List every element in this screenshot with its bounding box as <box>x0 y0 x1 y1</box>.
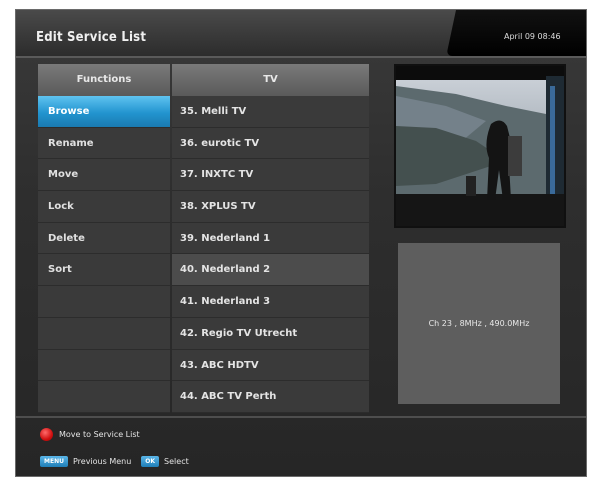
function-item-sort[interactable]: Sort <box>38 254 170 287</box>
channel-item[interactable]: 35. Melli TV <box>172 96 369 128</box>
channel-item[interactable]: 36. eurotic TV <box>172 128 369 160</box>
channel-item[interactable]: 39. Nederland 1 <box>172 223 369 255</box>
channel-item[interactable]: 44. ABC TV Perth <box>172 381 369 413</box>
function-item-empty <box>38 318 170 350</box>
functions-panel: Functions Browse Rename Move Lock Delete… <box>38 64 170 413</box>
channel-item[interactable]: 38. XPLUS TV <box>172 191 369 223</box>
footer-divider <box>16 416 586 418</box>
date-time: April 09 08:46 <box>504 32 561 41</box>
page-title: Edit Service List <box>36 30 147 45</box>
menu-key-icon: MENU <box>40 456 68 467</box>
function-item-rename[interactable]: Rename <box>38 128 170 160</box>
channel-item[interactable]: 42. Regio TV Utrecht <box>172 318 369 350</box>
legend-red-label: Move to Service List <box>59 430 140 439</box>
function-item-empty <box>38 350 170 382</box>
function-item-browse[interactable]: Browse <box>38 96 170 128</box>
channel-frequency-info: Ch 23 , 8MHz , 490.0MHz <box>428 319 530 328</box>
ok-key-icon: OK <box>141 456 160 467</box>
header-bar: Edit Service List April 09 08:46 <box>16 10 586 56</box>
red-button-icon <box>40 428 53 441</box>
channel-list-heading: TV <box>172 64 369 96</box>
edit-service-list-screen: Edit Service List April 09 08:46 Functio… <box>15 9 587 477</box>
channel-item[interactable]: 37. INXTC TV <box>172 159 369 192</box>
legend-move-to-service-list: Move to Service List <box>40 428 140 441</box>
channel-list: TV 35. Melli TV 36. eurotic TV 37. INXTC… <box>172 64 369 413</box>
channel-item[interactable]: 41. Nederland 3 <box>172 286 369 318</box>
legend-navigation: MENU Previous Menu OK Select <box>40 456 189 467</box>
legend-ok-label: Select <box>164 457 189 466</box>
video-preview <box>394 64 566 228</box>
function-item-empty <box>38 286 170 318</box>
function-item-lock[interactable]: Lock <box>38 191 170 223</box>
channel-info-panel: Ch 23 , 8MHz , 490.0MHz <box>398 243 560 404</box>
header-divider <box>16 56 586 58</box>
function-item-move[interactable]: Move <box>38 159 170 192</box>
channel-item-selected[interactable]: 40. Nederland 2 <box>172 254 369 287</box>
channel-item[interactable]: 43. ABC HDTV <box>172 350 369 382</box>
function-item-empty <box>38 381 170 413</box>
function-item-delete[interactable]: Delete <box>38 223 170 255</box>
legend-menu-label: Previous Menu <box>72 457 132 466</box>
preview-scene-image <box>396 66 564 226</box>
functions-heading: Functions <box>38 64 170 96</box>
